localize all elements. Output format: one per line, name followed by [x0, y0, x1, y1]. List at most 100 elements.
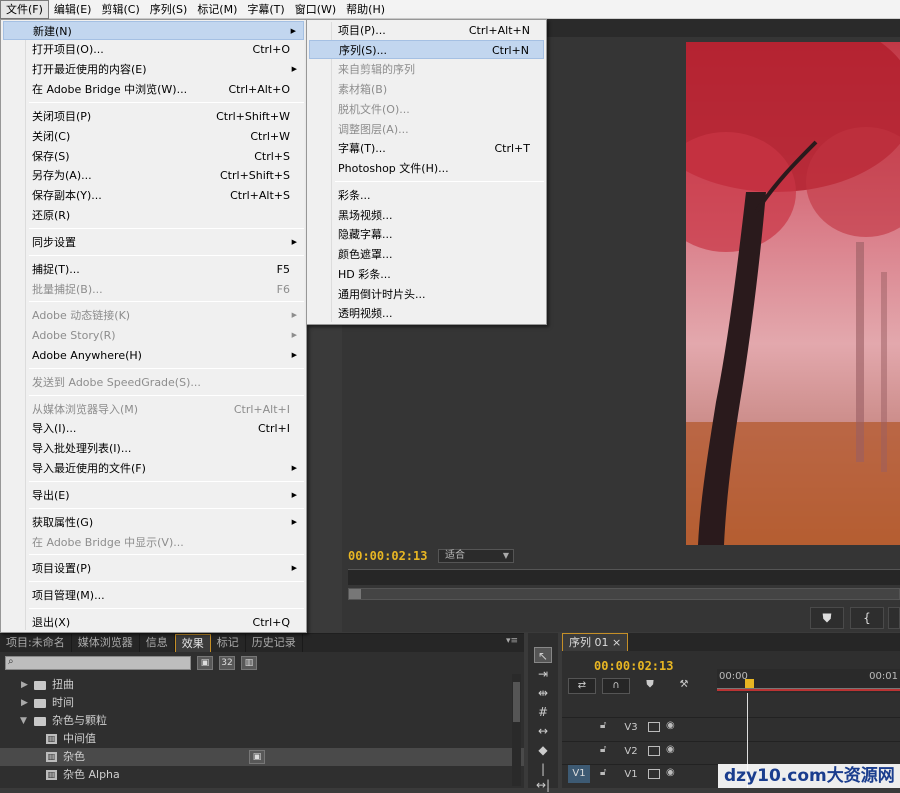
- accelerated-effects-icon[interactable]: ▣: [197, 656, 213, 670]
- source-patch[interactable]: V1: [568, 765, 590, 783]
- file-menu-item[interactable]: 在 Adobe Bridge 中浏览(W)... Ctrl+Alt+O: [3, 80, 304, 99]
- file-menu-item[interactable]: 导入批处理列表(I)...: [3, 439, 304, 458]
- close-icon[interactable]: ×: [612, 636, 621, 649]
- track-select-tool-icon[interactable]: ⇥: [534, 666, 552, 682]
- panel-scrollbar[interactable]: [512, 674, 521, 786]
- snap-button[interactable]: ∩: [602, 678, 630, 694]
- toggle-sync-icon[interactable]: [648, 769, 660, 779]
- tab-project[interactable]: 项目:未命名: [0, 634, 72, 652]
- scrollbar-handle[interactable]: [513, 682, 520, 722]
- file-menu-item[interactable]: 保存(S) Ctrl+S: [3, 147, 304, 166]
- wrench-icon[interactable]: ⚒: [670, 678, 698, 694]
- expand-arrow-icon[interactable]: ▶: [21, 694, 28, 712]
- monitor-scrollbar[interactable]: [348, 588, 900, 600]
- timeline-timecode[interactable]: 00:00:02:13: [594, 659, 673, 673]
- menu-edit[interactable]: 编辑(E): [49, 0, 97, 19]
- file-menu-item[interactable]: 关闭项目(P) Ctrl+Shift+W: [3, 107, 304, 126]
- eye-icon[interactable]: ◉: [666, 767, 675, 778]
- rolling-edit-tool-icon[interactable]: #: [534, 704, 552, 720]
- yuv-effects-icon[interactable]: ▥: [241, 656, 257, 670]
- playhead-handle[interactable]: [745, 679, 754, 688]
- expand-arrow-icon[interactable]: ▶: [21, 676, 28, 694]
- menu-sequence[interactable]: 序列(S): [145, 0, 193, 19]
- new-menu-item[interactable]: 项目(P)... Ctrl+Alt+N: [309, 21, 544, 40]
- menu-title[interactable]: 字幕(T): [242, 0, 289, 19]
- panel-menu-icon[interactable]: ▾≡: [506, 636, 518, 646]
- nest-toggle-button[interactable]: ⇄: [568, 678, 596, 694]
- new-menu-item[interactable]: Photoshop 文件(H)...: [309, 159, 544, 178]
- eye-icon[interactable]: ◉: [666, 720, 675, 731]
- tree-item-time[interactable]: ▶ 时间: [0, 694, 524, 712]
- menu-window[interactable]: 窗口(W): [290, 0, 341, 19]
- tab-markers[interactable]: 标记: [211, 634, 246, 652]
- lock-icon[interactable]: 🔓︎: [600, 767, 606, 778]
- file-menu-item[interactable]: 导入最近使用的文件(F) ▶: [3, 459, 304, 478]
- monitor-timecode[interactable]: 00:00:02:13: [348, 549, 427, 563]
- menu-help[interactable]: 帮助(H): [341, 0, 390, 19]
- new-menu-item[interactable]: 序列(S)... Ctrl+N: [309, 40, 544, 59]
- file-menu-item[interactable]: 捕捉(T)... F5: [3, 260, 304, 279]
- tree-item-noise[interactable]: ▥ 杂色 ▣: [0, 748, 524, 766]
- file-menu-item[interactable]: 保存副本(Y)... Ctrl+Alt+S: [3, 186, 304, 205]
- tab-effects[interactable]: 效果: [174, 634, 211, 652]
- file-menu-item[interactable]: 打开项目(O)... Ctrl+O: [3, 40, 304, 59]
- new-menu-item[interactable]: 通用倒计时片头...: [309, 285, 544, 304]
- track-v3[interactable]: 🔓︎ V3 ◉: [562, 717, 900, 737]
- mark-out-button[interactable]: [888, 607, 900, 629]
- track-v2[interactable]: 🔓︎ V2 ◉: [562, 741, 900, 761]
- file-menu-item[interactable]: 新建(N) ▶: [3, 21, 304, 40]
- file-menu-item[interactable]: Adobe Anywhere(H) ▶: [3, 346, 304, 365]
- toggle-sync-icon[interactable]: [648, 746, 660, 756]
- new-menu-item[interactable]: 彩条...: [309, 186, 544, 205]
- tree-item-noise-grain[interactable]: ▼ 杂色与颗粒: [0, 712, 524, 730]
- scrollbar-handle[interactable]: [349, 589, 361, 599]
- razor-tool-icon[interactable]: ◆: [534, 742, 552, 758]
- monitor-time-ruler[interactable]: [348, 569, 900, 585]
- file-menu-item[interactable]: 项目设置(P) ▶: [3, 559, 304, 578]
- marker-button[interactable]: ⛊: [810, 607, 844, 629]
- menu-marker[interactable]: 标记(M): [192, 0, 242, 19]
- submenu-arrow-icon: ▶: [291, 464, 297, 472]
- file-menu-item[interactable]: 获取属性(G) ▶: [3, 513, 304, 532]
- file-menu-item[interactable]: 另存为(A)... Ctrl+Shift+S: [3, 166, 304, 185]
- add-marker-button[interactable]: ⛊: [636, 678, 664, 694]
- tree-item-noise-alpha[interactable]: ▥ 杂色 Alpha: [0, 766, 524, 784]
- file-menu-item[interactable]: 关闭(C) Ctrl+W: [3, 127, 304, 146]
- mark-in-button[interactable]: {: [850, 607, 884, 629]
- file-menu-item[interactable]: 导出(E) ▶: [3, 486, 304, 505]
- tree-item-median[interactable]: ▥ 中间值: [0, 730, 524, 748]
- lock-icon[interactable]: 🔓︎: [600, 720, 606, 731]
- menu-file[interactable]: 文件(F): [0, 0, 49, 19]
- file-menu-item[interactable]: 项目管理(M)...: [3, 586, 304, 605]
- tab-sequence[interactable]: 序列 01 ×: [562, 633, 629, 651]
- new-menu-item[interactable]: HD 彩条...: [309, 265, 544, 284]
- tree-item-distort[interactable]: ▶ 扭曲: [0, 676, 524, 694]
- file-menu-item[interactable]: 还原(R): [3, 206, 304, 225]
- new-menu-item[interactable]: 颜色遮罩...: [309, 245, 544, 264]
- new-menu-item[interactable]: 黑场视频...: [309, 206, 544, 225]
- timeline-ruler[interactable]: 00:00 00:01: [717, 669, 900, 693]
- new-menu-item[interactable]: 隐藏字幕...: [309, 225, 544, 244]
- file-menu-item[interactable]: 退出(X) Ctrl+Q: [3, 613, 304, 632]
- ripple-edit-tool-icon[interactable]: ⇹: [534, 685, 552, 701]
- menu-clip[interactable]: 剪辑(C): [96, 0, 144, 19]
- tab-history[interactable]: 历史记录: [246, 634, 303, 652]
- file-menu-item[interactable]: 导入(I)... Ctrl+I: [3, 419, 304, 438]
- collapse-arrow-icon[interactable]: ▼: [20, 712, 27, 730]
- effects-search-input[interactable]: ⌕: [5, 656, 191, 670]
- rate-stretch-tool-icon[interactable]: ↔: [534, 723, 552, 739]
- lock-icon[interactable]: 🔓︎: [600, 744, 606, 755]
- file-menu-item[interactable]: 打开最近使用的内容(E) ▶: [3, 60, 304, 79]
- zoom-fit-dropdown[interactable]: 适合 ▼: [438, 549, 514, 563]
- new-menu-item[interactable]: 透明视频...: [309, 304, 544, 323]
- 32bit-effects-icon[interactable]: 32: [219, 656, 235, 670]
- toggle-sync-icon[interactable]: [648, 722, 660, 732]
- tab-info[interactable]: 信息: [140, 634, 175, 652]
- work-area-bar[interactable]: [717, 689, 900, 691]
- file-menu-item[interactable]: 同步设置 ▶: [3, 233, 304, 252]
- selection-tool-icon[interactable]: ↖: [534, 647, 552, 663]
- tab-media-browser[interactable]: 媒体浏览器: [72, 634, 140, 652]
- new-menu-item[interactable]: 字幕(T)... Ctrl+T: [309, 139, 544, 158]
- eye-icon[interactable]: ◉: [666, 744, 675, 755]
- slip-tool-icon[interactable]: |↔|: [534, 761, 552, 792]
